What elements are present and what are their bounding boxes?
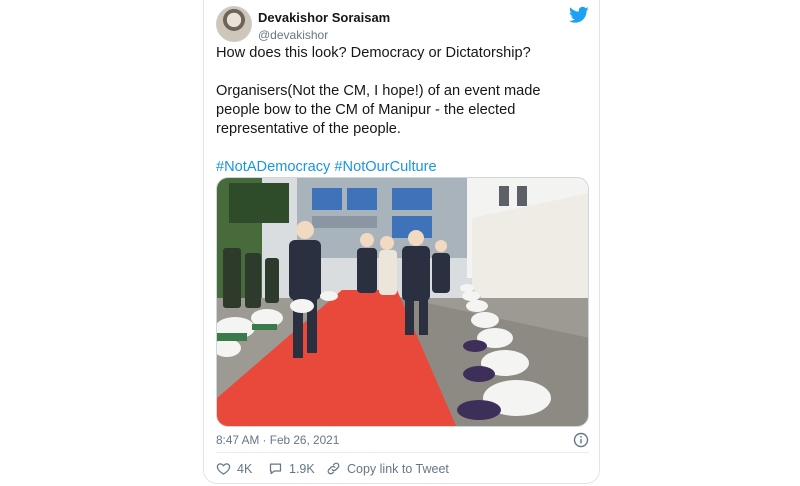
comment-icon [269, 463, 282, 475]
author-handle[interactable]: @devakishor [258, 28, 328, 42]
divider [216, 452, 589, 453]
author-name[interactable]: Devakishor Soraisam [258, 10, 390, 25]
copy-link-button[interactable]: Copy link to Tweet [326, 461, 449, 476]
info-icon[interactable] [573, 432, 589, 448]
tweet-actions: 4K 1.9K Copy link to Tweet [216, 461, 589, 479]
tweet-line-question: How does this look? Democracy or Dictato… [216, 45, 531, 61]
like-button[interactable]: 4K [216, 461, 252, 476]
link-icon [327, 462, 340, 475]
reply-count: 1.9K [289, 461, 315, 476]
tweet-card[interactable]: Devakishor Soraisam @devakishor How does… [203, 0, 600, 484]
copy-link-label: Copy link to Tweet [347, 461, 449, 476]
tweet-photo[interactable] [216, 177, 589, 427]
avatar[interactable] [216, 6, 252, 42]
tweet-header: Devakishor Soraisam @devakishor [216, 6, 589, 42]
tweet-hashtags: #NotADemocracy #NotOurCulture [216, 158, 588, 177]
twitter-bird-icon[interactable] [569, 6, 589, 24]
tweet-meta: 8:47 AM · Feb 26, 2021 [216, 432, 589, 451]
tweet-line-body: Organisers(Not the CM, I hope!) of an ev… [216, 83, 541, 137]
tweet-text: How does this look? Democracy or Dictato… [216, 44, 588, 177]
hashtag-link[interactable]: #NotOurCulture [334, 159, 436, 175]
like-count: 4K [237, 461, 253, 476]
reply-button[interactable]: 1.9K [268, 461, 315, 476]
tweet-timestamp[interactable]: 8:47 AM · Feb 26, 2021 [216, 433, 339, 447]
heart-icon [216, 463, 231, 475]
photo-scene [217, 178, 588, 426]
hashtag-link[interactable]: #NotADemocracy [216, 159, 330, 175]
